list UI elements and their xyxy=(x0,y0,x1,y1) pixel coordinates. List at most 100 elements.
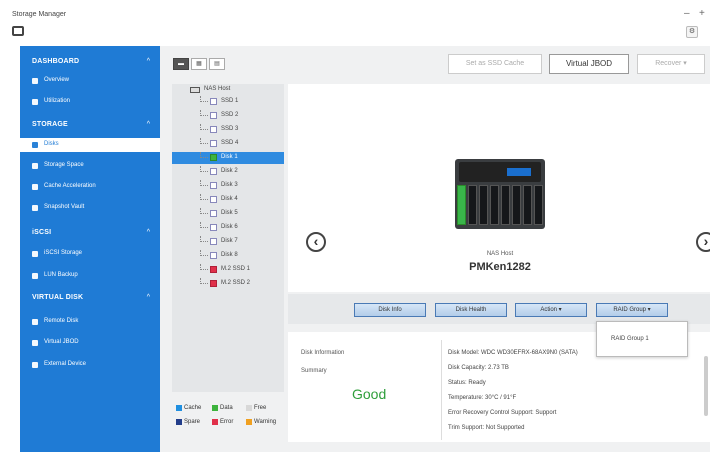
view-button-host[interactable]: ▬ xyxy=(173,58,189,70)
tree-item[interactable]: SSD 4 xyxy=(172,138,284,150)
device-name: PMKen1282 xyxy=(469,261,531,273)
sidebar-item-virtual-jbod[interactable]: Virtual JBOD xyxy=(20,336,160,350)
recover-button[interactable]: Recover ▾ xyxy=(637,54,705,74)
sidebar-item-lun-backup[interactable]: LUN Backup xyxy=(20,269,160,283)
tree-item-label: Disk 2 xyxy=(221,168,238,174)
disk-icon xyxy=(210,196,217,203)
sidebar-item-snapshot-vault[interactable]: Snapshot Vault xyxy=(20,201,160,215)
sidebar-item-label: Overview xyxy=(44,77,70,83)
nas-host-icon xyxy=(190,87,200,93)
sidebar-section-storage[interactable]: STORAGE xyxy=(32,121,68,128)
sidebar: DASHBOARD ^ Overview Utilization STORAGE… xyxy=(20,46,160,452)
action-button[interactable]: Action ▾ xyxy=(515,303,587,317)
tree-item[interactable]: Disk 2 xyxy=(172,166,284,178)
sidebar-item-utilization[interactable]: Utilization xyxy=(20,95,160,109)
tree-item-label: SSD 3 xyxy=(221,126,239,132)
sidebar-item-storage-space[interactable]: Storage Space xyxy=(20,159,160,173)
jbod-icon xyxy=(32,340,38,346)
summary-label: Summary xyxy=(301,368,327,374)
disk-icon xyxy=(210,252,217,259)
sidebar-section-virtual-disk[interactable]: VIRTUAL DISK xyxy=(32,294,83,301)
tree-item[interactable]: SSD 2 xyxy=(172,110,284,122)
set-ssd-cache-button[interactable]: Set as SSD Cache xyxy=(448,54,542,74)
sidebar-item-label: Snapshot Vault xyxy=(44,204,85,210)
sidebar-item-overview[interactable]: Overview xyxy=(20,74,160,88)
device-label: NAS Host xyxy=(486,251,514,257)
raid-group-dropdown: RAID Group 1 xyxy=(596,321,688,357)
nas-device-image xyxy=(455,159,545,229)
virtual-jbod-button[interactable]: Virtual JBOD xyxy=(549,54,629,74)
sidebar-item-remote-disk[interactable]: Remote Disk xyxy=(20,315,160,329)
next-arrow-icon[interactable]: › xyxy=(696,232,710,252)
disks-icon xyxy=(32,142,38,148)
tree-item[interactable]: M.2 SSD 1 xyxy=(172,264,284,276)
view-button-list[interactable]: ▤ xyxy=(209,58,225,70)
sidebar-item-label: Cache Acceleration xyxy=(44,183,96,189)
tree-item-label: Disk 3 xyxy=(221,182,238,188)
tree-root-label: NAS Host xyxy=(204,86,231,92)
raid-group-option[interactable]: RAID Group 1 xyxy=(611,336,649,342)
status-good: Good xyxy=(352,386,387,402)
sidebar-item-label: iSCSI Storage xyxy=(44,250,83,256)
disk-icon xyxy=(210,182,217,189)
sidebar-item-external-device[interactable]: External Device xyxy=(20,358,160,372)
tree-item[interactable]: Disk 7 xyxy=(172,236,284,248)
disk-icon xyxy=(210,224,217,231)
scrollbar[interactable] xyxy=(704,356,708,416)
sidebar-item-cache-acceleration[interactable]: Cache Acceleration xyxy=(20,180,160,194)
sidebar-item-label: Utilization xyxy=(44,98,71,104)
collapse-icon[interactable]: ^ xyxy=(147,58,150,65)
prev-arrow-icon[interactable]: ‹ xyxy=(306,232,326,252)
tree-item-label: Disk 4 xyxy=(221,196,238,202)
sidebar-section-iscsi[interactable]: iSCSI xyxy=(32,229,51,236)
collapse-icon[interactable]: ^ xyxy=(147,229,150,236)
remote-disk-icon xyxy=(32,319,38,325)
disk-info-button[interactable]: Disk Info xyxy=(354,303,426,317)
tree-item[interactable]: Disk 8 xyxy=(172,250,284,262)
iscsi-icon xyxy=(32,251,38,257)
tree-item[interactable]: M.2 SSD 2 xyxy=(172,278,284,290)
disk-icon xyxy=(210,154,217,161)
tree-item[interactable]: Disk 1 xyxy=(172,152,284,164)
sidebar-item-label: Virtual JBOD xyxy=(44,339,79,345)
tree-item-label: Disk 5 xyxy=(221,210,238,216)
tree-root[interactable]: NAS Host xyxy=(172,84,284,96)
storage-space-icon xyxy=(32,163,38,169)
snapshot-icon xyxy=(32,205,38,211)
title-bar: Storage Manager – + xyxy=(0,0,710,24)
tree-item-label: Disk 6 xyxy=(221,224,238,230)
sidebar-item-label: Remote Disk xyxy=(44,318,79,324)
collapse-icon[interactable]: ^ xyxy=(147,121,150,128)
utilization-icon xyxy=(32,99,38,105)
settings-icon[interactable]: ⚙ xyxy=(686,26,698,38)
disk-detail-line: Disk Model: WDC WD30EFRX-68AX9N0 (SATA) xyxy=(448,350,578,356)
disk-detail-line: Error Recovery Control Support: Support xyxy=(448,410,557,416)
cache-icon xyxy=(32,184,38,190)
view-button-grid[interactable]: ▦ xyxy=(191,58,207,70)
minimize-button[interactable]: – xyxy=(684,8,690,19)
sidebar-section-dashboard[interactable]: DASHBOARD xyxy=(32,58,79,65)
sidebar-item-label: LUN Backup xyxy=(44,272,78,278)
sidebar-item-label: Disks xyxy=(44,141,59,147)
app-title: Storage Manager xyxy=(12,11,67,18)
tree-item[interactable]: Disk 3 xyxy=(172,180,284,192)
tree-item[interactable]: Disk 5 xyxy=(172,208,284,220)
disk-detail-line: Status: Ready xyxy=(448,380,486,386)
sidebar-item-label: External Device xyxy=(44,361,87,367)
disk-information-title: Disk Information xyxy=(301,350,345,356)
tree-item[interactable]: Disk 6 xyxy=(172,222,284,234)
backup-icon xyxy=(32,273,38,279)
raid-group-button[interactable]: RAID Group ▾ xyxy=(596,303,668,317)
tree-item[interactable]: SSD 3 xyxy=(172,124,284,136)
view-toggle: ▬ ▦ ▤ xyxy=(173,58,225,70)
collapse-icon[interactable]: ^ xyxy=(147,294,150,301)
tree-item[interactable]: Disk 4 xyxy=(172,194,284,206)
disk-health-button[interactable]: Disk Health xyxy=(435,303,507,317)
sidebar-item-iscsi-storage[interactable]: iSCSI Storage xyxy=(20,247,160,261)
disk-icon xyxy=(210,238,217,245)
disk-icon xyxy=(210,140,217,147)
tree-item[interactable]: SSD 1 xyxy=(172,96,284,108)
tree-item-label: Disk 7 xyxy=(221,238,238,244)
maximize-button[interactable]: + xyxy=(699,8,705,19)
sidebar-item-disks[interactable]: Disks xyxy=(20,138,160,152)
